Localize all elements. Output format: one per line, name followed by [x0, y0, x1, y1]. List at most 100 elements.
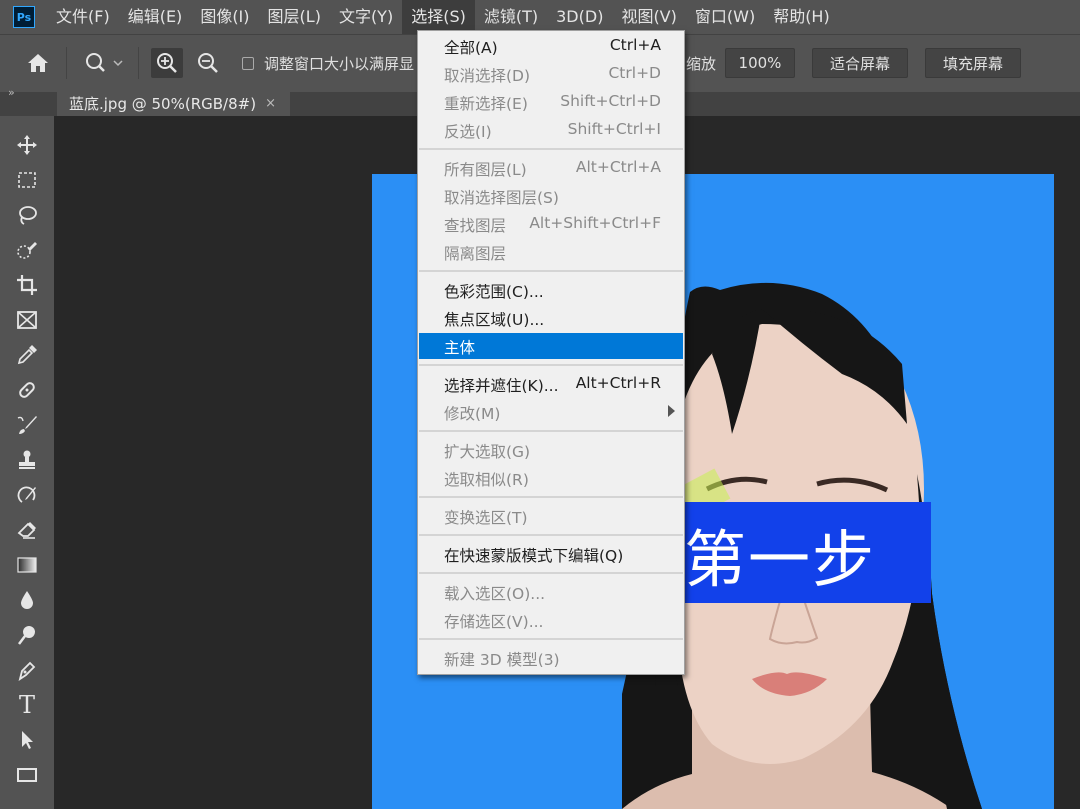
menu-view[interactable]: 视图(V)	[612, 0, 685, 34]
move-tool-icon[interactable]	[14, 132, 40, 158]
gradient-tool-icon[interactable]	[14, 552, 40, 578]
menu-separator	[419, 534, 683, 536]
fill-screen-button[interactable]: 填充屏幕	[925, 48, 1021, 78]
menu-filter[interactable]: 滤镜(T)	[475, 0, 547, 34]
menu-item-label: 反选(I)	[444, 123, 492, 141]
menu-item-label: 隔离图层	[444, 245, 507, 263]
divider	[138, 47, 139, 79]
dodge-tool-icon[interactable]	[14, 622, 40, 648]
menu-separator	[419, 572, 683, 574]
quick-selection-tool-icon[interactable]	[14, 237, 40, 263]
brush-tool-icon[interactable]	[14, 412, 40, 438]
history-brush-tool-icon[interactable]	[14, 482, 40, 508]
menu-item-label: 选择并遮住(K)...	[444, 377, 559, 395]
select-menu-item[interactable]: 载入选区(O)...	[419, 579, 683, 605]
zoom-percentage-button[interactable]: 100%	[725, 48, 795, 78]
menu-edit[interactable]: 编辑(E)	[119, 0, 192, 34]
menu-separator	[419, 148, 683, 150]
select-menu-item[interactable]: 选择并遮住(K)... Alt+Ctrl+R	[419, 371, 683, 397]
eyedropper-tool-icon[interactable]	[14, 342, 40, 368]
clone-stamp-tool-icon[interactable]	[14, 447, 40, 473]
menu-layer[interactable]: 图层(L)	[259, 0, 330, 34]
menu-separator	[419, 364, 683, 366]
menu-item-shortcut: Alt+Ctrl+A	[575, 158, 661, 176]
close-tab-icon[interactable]: ×	[265, 92, 276, 116]
menu-item-shortcut: Ctrl+D	[608, 64, 661, 82]
marquee-tool-icon[interactable]	[14, 167, 40, 193]
zoom-tool-preset[interactable]	[80, 48, 128, 78]
menu-item-label: 主体	[444, 339, 476, 357]
crop-tool-icon[interactable]	[14, 272, 40, 298]
menu-item-shortcut: Shift+Ctrl+I	[567, 120, 661, 138]
menu-image[interactable]: 图像(I)	[191, 0, 258, 34]
divider	[66, 47, 67, 79]
menu-item-shortcut: Alt+Ctrl+R	[575, 374, 661, 392]
frame-tool-icon[interactable]	[14, 307, 40, 333]
submenu-arrow-icon	[668, 405, 675, 417]
select-menu-item[interactable]: 在快速蒙版模式下编辑(Q)	[419, 541, 683, 567]
zoom-out-icon	[198, 53, 218, 73]
menu-item-label: 存储选区(V)...	[444, 613, 544, 631]
select-menu-item[interactable]: 色彩范围(C)...	[419, 277, 683, 303]
select-menu-item[interactable]: 全部(A) Ctrl+A	[419, 33, 683, 59]
fit-screen-button[interactable]: 适合屏幕	[812, 48, 908, 78]
document-tab[interactable]: 蓝底.jpg @ 50%(RGB/8#) ×	[57, 92, 290, 116]
select-menu-item[interactable]: 修改(M)	[419, 399, 683, 425]
select-menu-dropdown: 全部(A) Ctrl+A 取消选择(D) Ctrl+D 重新选择(E) Shift+C…	[417, 30, 685, 675]
menu-file[interactable]: 文件(F)	[47, 0, 119, 34]
menu-3d[interactable]: 3D(D)	[547, 0, 612, 34]
home-icon[interactable]	[20, 48, 56, 78]
menu-help[interactable]: 帮助(H)	[764, 0, 839, 34]
tools-panel: T	[0, 116, 54, 809]
zoom-in-button[interactable]	[151, 48, 183, 78]
rectangle-tool-icon[interactable]	[14, 762, 40, 788]
menu-item-label: 选取相似(R)	[444, 471, 529, 489]
menu-item-label: 焦点区域(U)...	[444, 311, 545, 329]
select-menu-item[interactable]: 所有图层(L) Alt+Ctrl+A	[419, 155, 683, 181]
menu-item-label: 在快速蒙版模式下编辑(Q)	[444, 547, 624, 565]
checkbox-box[interactable]	[242, 56, 254, 70]
resize-windows-checkbox[interactable]: 调整窗口大小以满屏显	[242, 48, 414, 78]
select-menu-item[interactable]: 焦点区域(U)...	[419, 305, 683, 331]
menu-item-label: 全部(A)	[444, 39, 498, 57]
path-selection-tool-icon[interactable]	[14, 727, 40, 753]
type-tool-icon[interactable]: T	[14, 691, 40, 719]
select-menu-item[interactable]: 存储选区(V)...	[419, 607, 683, 633]
menu-window[interactable]: 窗口(W)	[686, 0, 764, 34]
pen-tool-icon[interactable]	[14, 657, 40, 683]
zoom-icon	[86, 53, 123, 72]
healing-brush-tool-icon[interactable]	[14, 377, 40, 403]
menu-item-shortcut: Shift+Ctrl+D	[560, 92, 661, 110]
lasso-tool-icon[interactable]	[14, 202, 40, 228]
menu-item-label: 扩大选取(G)	[444, 443, 531, 461]
resize-windows-label: 调整窗口大小以满屏显	[263, 54, 414, 73]
zoom-all-label: 缩放	[686, 54, 717, 73]
eraser-tool-icon[interactable]	[14, 517, 40, 543]
blur-tool-icon[interactable]	[14, 587, 40, 613]
menu-separator	[419, 270, 683, 272]
step-banner-text: 第一步	[684, 523, 877, 596]
menu-item-shortcut: Alt+Shift+Ctrl+F	[529, 214, 661, 232]
document-tab-title: 蓝底.jpg @ 50%(RGB/8#)	[69, 95, 257, 113]
select-menu-item[interactable]: 扩大选取(G)	[419, 437, 683, 463]
select-menu-item[interactable]: 取消选择(D) Ctrl+D	[419, 61, 683, 87]
menu-item-label: 查找图层	[444, 217, 507, 235]
select-menu-item[interactable]: 新建 3D 模型(3)	[419, 645, 683, 671]
select-menu-item[interactable]: 变换选区(T)	[419, 503, 683, 529]
menu-item-label: 变换选区(T)	[444, 509, 528, 527]
select-menu-item[interactable]: 查找图层 Alt+Shift+Ctrl+F	[419, 211, 683, 237]
menu-item-label: 修改(M)	[444, 405, 501, 423]
zoom-out-button[interactable]	[192, 48, 224, 78]
collapse-panel-icon[interactable]: »	[8, 86, 15, 99]
select-menu-item[interactable]: 选取相似(R)	[419, 465, 683, 491]
menu-select[interactable]: 选择(S)	[402, 0, 475, 34]
menu-type[interactable]: 文字(Y)	[330, 0, 402, 34]
menu-item-label: 载入选区(O)...	[444, 585, 546, 603]
menu-item-label: 取消选择图层(S)	[444, 189, 559, 207]
select-menu-item-subject[interactable]: 主体	[419, 333, 683, 359]
select-menu-item[interactable]: 隔离图层	[419, 239, 683, 265]
select-menu-item[interactable]: 取消选择图层(S)	[419, 183, 683, 209]
select-menu-item[interactable]: 反选(I) Shift+Ctrl+I	[419, 117, 683, 143]
select-menu-item[interactable]: 重新选择(E) Shift+Ctrl+D	[419, 89, 683, 115]
menu-separator	[419, 496, 683, 498]
